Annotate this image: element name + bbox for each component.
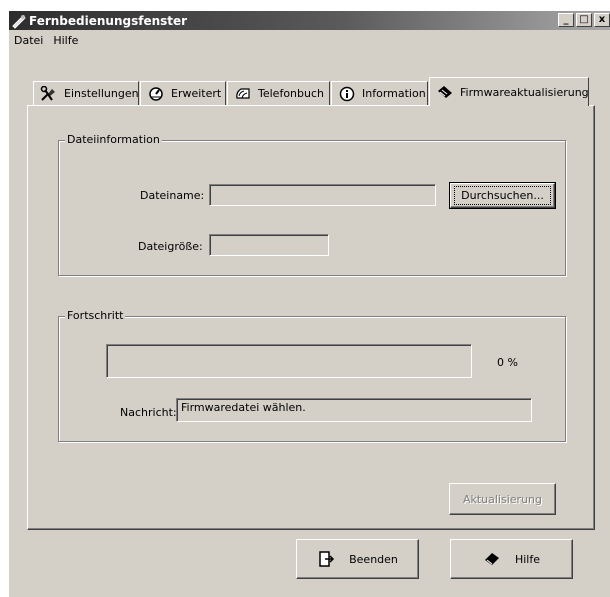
file-info-legend: Dateiinformation bbox=[65, 133, 162, 146]
phonebook-icon bbox=[234, 86, 252, 102]
tab-label: Erweitert bbox=[171, 87, 222, 100]
tab-firmwareaktualisierung[interactable]: Firmwareaktualisierung bbox=[429, 77, 589, 106]
tab-telefonbuch[interactable]: Telefonbuch bbox=[227, 81, 330, 105]
info-icon bbox=[338, 86, 356, 102]
help-book-icon bbox=[483, 550, 501, 568]
menu-hilfe[interactable]: Hilfe bbox=[48, 34, 83, 47]
firmware-tab-panel: Dateiinformation Dateiname: Durchsuchen.… bbox=[27, 105, 595, 530]
close-button[interactable]: x bbox=[594, 13, 610, 27]
tab-label: Telefonbuch bbox=[258, 87, 324, 100]
tab-label: Firmwareaktualisierung bbox=[460, 85, 589, 99]
tab-label: Einstellungen bbox=[64, 87, 139, 100]
update-button[interactable]: Aktualisierung bbox=[449, 483, 556, 515]
minimize-button[interactable]: _ bbox=[558, 13, 574, 27]
message-label: Nachricht: bbox=[120, 406, 177, 419]
title-bar[interactable]: Fernbedienungsfenster _ □ x bbox=[9, 11, 610, 30]
door-exit-icon bbox=[317, 550, 335, 568]
progress-percent: 0 % bbox=[497, 356, 518, 369]
filesize-field bbox=[209, 234, 329, 256]
progress-group: Fortschritt bbox=[58, 309, 566, 442]
browse-button[interactable]: Durchsuchen... bbox=[449, 182, 556, 209]
chip-icon bbox=[436, 84, 454, 100]
filename-field[interactable] bbox=[209, 184, 436, 206]
progress-legend: Fortschritt bbox=[65, 309, 126, 322]
gauge-icon bbox=[147, 86, 165, 102]
filename-label: Dateiname: bbox=[140, 189, 205, 202]
menu-datei[interactable]: Datei bbox=[9, 34, 48, 47]
message-field: Firmwaredatei wählen. bbox=[176, 398, 532, 422]
exit-button[interactable]: Beenden bbox=[296, 539, 419, 579]
help-button[interactable]: Hilfe bbox=[450, 539, 573, 579]
tab-einstellungen[interactable]: Einstellungen bbox=[33, 81, 139, 105]
remote-control-window: Fernbedienungsfenster _ □ x Datei Hilfe … bbox=[8, 10, 610, 597]
tab-label: Information bbox=[362, 87, 426, 100]
help-button-label: Hilfe bbox=[514, 552, 541, 566]
tools-icon bbox=[40, 85, 58, 102]
progress-bar bbox=[106, 344, 472, 378]
menu-bar: Datei Hilfe bbox=[9, 31, 83, 49]
exit-button-label: Beenden bbox=[349, 552, 398, 566]
maximize-button[interactable]: □ bbox=[576, 13, 592, 27]
filesize-label: Dateigröße: bbox=[138, 240, 203, 253]
tab-erweitert[interactable]: Erweitert bbox=[140, 81, 226, 105]
window-title: Fernbedienungsfenster bbox=[29, 13, 188, 28]
app-icon bbox=[11, 13, 27, 29]
tab-information[interactable]: Information bbox=[331, 81, 428, 105]
browse-button-label: Durchsuchen... bbox=[454, 186, 551, 205]
